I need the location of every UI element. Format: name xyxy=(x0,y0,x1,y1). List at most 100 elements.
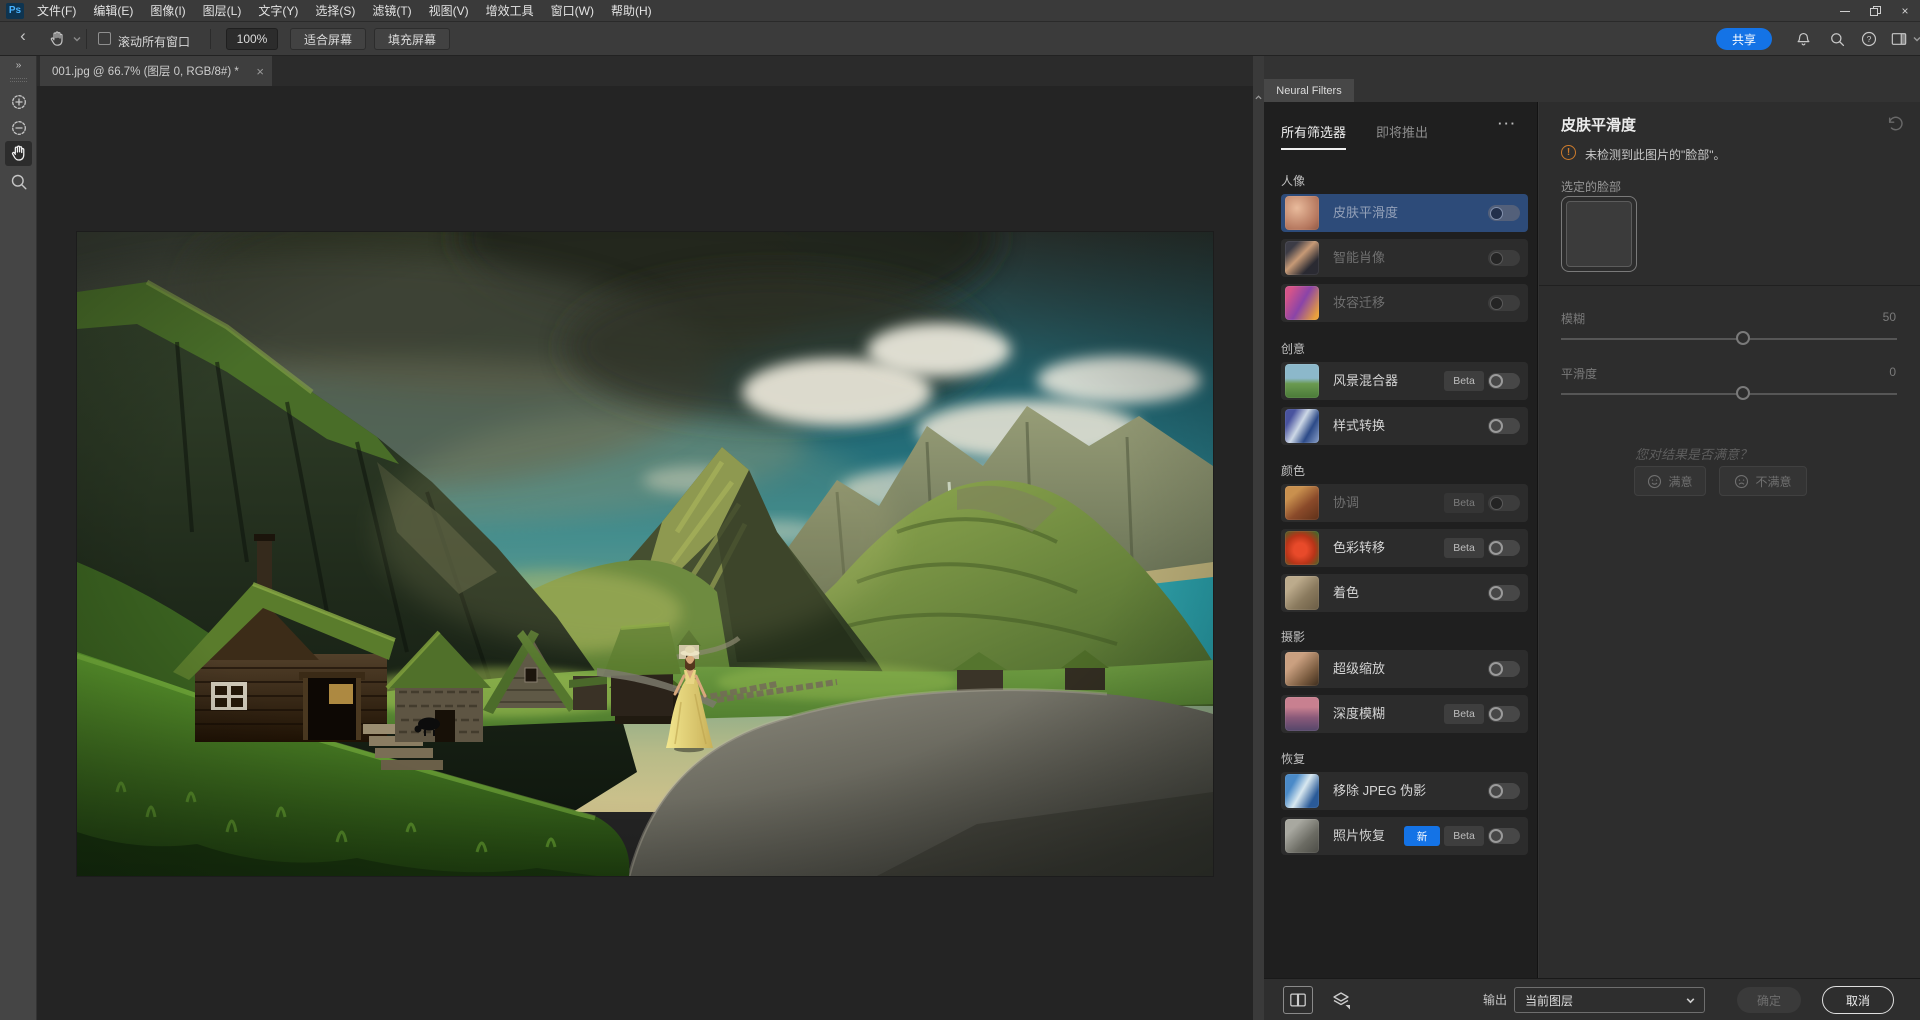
filter-item-smart-portrait[interactable]: 智能肖像 xyxy=(1281,239,1528,277)
filter-item-harmonization[interactable]: 协调 Beta xyxy=(1281,484,1528,522)
filter-toggle[interactable] xyxy=(1488,295,1520,311)
menu-view[interactable]: 视图(V) xyxy=(429,2,469,19)
zoom-out-tool-icon[interactable] xyxy=(5,115,32,140)
feedback-dislike-button[interactable]: 不满意 xyxy=(1719,466,1807,496)
hand-tool[interactable] xyxy=(5,141,32,166)
filter-item-depth-blur[interactable]: 深度模糊 Beta xyxy=(1281,695,1528,733)
tab-all-filters[interactable]: 所有筛选器 xyxy=(1281,122,1346,141)
filter-label: 着色 xyxy=(1333,574,1359,612)
filter-toggle[interactable] xyxy=(1488,828,1520,844)
panel-collapse-gutter[interactable] xyxy=(1253,56,1264,1020)
selected-face-thumbnail[interactable] xyxy=(1561,196,1637,272)
beta-badge: Beta xyxy=(1444,538,1484,558)
ok-button[interactable]: 确定 xyxy=(1737,987,1801,1013)
options-bar: ‹ 滚动所有窗口 100% 适合屏幕 填充屏幕 共享 xyxy=(0,22,1920,56)
filter-item-skin-smoothing[interactable]: 皮肤平滑度 xyxy=(1281,194,1528,232)
menu-select[interactable]: 选择(S) xyxy=(315,2,355,19)
filter-toggle[interactable] xyxy=(1488,205,1520,221)
photoshop-logo-icon: Ps xyxy=(6,3,24,19)
menu-window[interactable]: 窗口(W) xyxy=(551,2,594,19)
chevron-down-icon[interactable] xyxy=(1906,29,1920,49)
panel-tab-neural-filters[interactable]: Neural Filters xyxy=(1264,79,1354,102)
colorize-thumbnail xyxy=(1285,576,1319,610)
filter-toggle[interactable] xyxy=(1488,585,1520,601)
cancel-button[interactable]: 取消 xyxy=(1822,986,1894,1014)
close-icon[interactable]: × xyxy=(1890,0,1920,22)
back-arrow-icon[interactable]: ‹ xyxy=(12,26,34,46)
document-tab[interactable]: 001.jpg @ 66.7% (图层 0, RGB/8#) * × xyxy=(40,56,272,86)
toolbar-collapse-icon[interactable]: » xyxy=(0,60,37,71)
blur-slider[interactable] xyxy=(1561,338,1897,340)
tab-coming-soon[interactable]: 即将推出 xyxy=(1376,122,1428,141)
menu-layer[interactable]: 图层(L) xyxy=(203,2,242,19)
menu-filter[interactable]: 滤镜(T) xyxy=(372,2,411,19)
filter-label: 风景混合器 xyxy=(1333,362,1398,400)
split-preview-icon[interactable] xyxy=(1283,986,1313,1014)
output-dropdown[interactable]: 当前图层 xyxy=(1514,987,1705,1013)
menu-image[interactable]: 图像(I) xyxy=(150,2,185,19)
smart-portrait-thumbnail xyxy=(1285,241,1319,275)
zoom-in-tool-icon[interactable] xyxy=(5,89,32,114)
search-icon[interactable] xyxy=(1826,29,1848,49)
share-button[interactable]: 共享 xyxy=(1716,28,1772,50)
more-options-icon[interactable]: ··· xyxy=(1498,116,1517,131)
filter-toggle[interactable] xyxy=(1488,495,1520,511)
jpeg-artifacts-thumbnail xyxy=(1285,774,1319,808)
filter-label: 妆容迁移 xyxy=(1333,284,1385,322)
chevron-up-icon[interactable] xyxy=(1254,94,1263,101)
filter-item-color-transfer[interactable]: 色彩转移 Beta xyxy=(1281,529,1528,567)
filter-toggle[interactable] xyxy=(1488,418,1520,434)
tab-close-icon[interactable]: × xyxy=(256,64,264,79)
filter-toggle[interactable] xyxy=(1488,250,1520,266)
zoom-level-button[interactable]: 100% xyxy=(226,28,278,50)
filter-detail: 皮肤平滑度 ! 未检测到此图片的"脸部"。 选定的脸部 模糊 50 平滑度 0 xyxy=(1539,102,1920,978)
filter-toggle[interactable] xyxy=(1488,540,1520,556)
tool-strip: » xyxy=(0,56,37,1020)
beta-badge: Beta xyxy=(1444,371,1484,391)
feedback-like-button[interactable]: 满意 xyxy=(1634,466,1706,496)
help-icon[interactable]: ? xyxy=(1858,29,1880,49)
smoothness-slider-label: 平滑度 xyxy=(1561,365,1597,382)
filter-toggle[interactable] xyxy=(1488,783,1520,799)
scroll-all-windows-checkbox[interactable] xyxy=(98,32,111,45)
minimize-icon[interactable] xyxy=(1830,0,1860,22)
filter-item-colorize[interactable]: 着色 xyxy=(1281,574,1528,612)
filter-toggle[interactable] xyxy=(1488,706,1520,722)
filter-item-photo-restoration[interactable]: 照片恢复 新 Beta xyxy=(1281,817,1528,855)
filter-item-makeup-transfer[interactable]: 妆容迁移 xyxy=(1281,284,1528,322)
menu-file[interactable]: 文件(F) xyxy=(37,2,76,19)
menu-help[interactable]: 帮助(H) xyxy=(611,2,652,19)
feedback-like-label: 满意 xyxy=(1668,473,1692,490)
blur-slider-label: 模糊 xyxy=(1561,310,1585,327)
menu-edit[interactable]: 编辑(E) xyxy=(93,2,133,19)
filter-item-jpeg-artifacts-removal[interactable]: 移除 JPEG 伪影 xyxy=(1281,772,1528,810)
landscape-mixer-thumbnail xyxy=(1285,364,1319,398)
color-transfer-thumbnail xyxy=(1285,531,1319,565)
toolbar-grip[interactable] xyxy=(10,78,27,82)
blur-slider-knob[interactable] xyxy=(1736,331,1750,345)
smoothness-slider-knob[interactable] xyxy=(1736,386,1750,400)
reset-icon[interactable] xyxy=(1886,116,1904,132)
tool-preset-chevron-icon[interactable] xyxy=(72,35,82,43)
notifications-bell-icon[interactable] xyxy=(1792,29,1814,49)
smoothness-slider[interactable] xyxy=(1561,393,1897,395)
filter-toggle[interactable] xyxy=(1488,661,1520,677)
fit-screen-button[interactable]: 适合屏幕 xyxy=(290,28,366,50)
filter-toggle[interactable] xyxy=(1488,373,1520,389)
filter-label: 色彩转移 xyxy=(1333,529,1385,567)
zoom-tool-icon[interactable] xyxy=(5,169,32,194)
filter-item-landscape-mixer[interactable]: 风景混合器 Beta xyxy=(1281,362,1528,400)
fill-screen-button[interactable]: 填充屏幕 xyxy=(374,28,450,50)
section-creative: 创意 xyxy=(1281,340,1305,357)
hand-tool-icon[interactable] xyxy=(44,28,70,50)
filter-item-style-transfer[interactable]: 样式转换 xyxy=(1281,407,1528,445)
restore-icon[interactable] xyxy=(1860,0,1890,22)
canvas-area[interactable] xyxy=(37,86,1253,1020)
document-tab-bar: 001.jpg @ 66.7% (图层 0, RGB/8#) * × xyxy=(37,56,1253,86)
photoshop-window: Ps 文件(F) 编辑(E) 图像(I) 图层(L) 文字(Y) 选择(S) 滤… xyxy=(0,0,1920,1020)
layers-icon[interactable] xyxy=(1328,988,1354,1012)
menu-plugins[interactable]: 增效工具 xyxy=(486,2,534,19)
filter-item-super-zoom[interactable]: 超级缩放 xyxy=(1281,650,1528,688)
harmonization-thumbnail xyxy=(1285,486,1319,520)
menu-type[interactable]: 文字(Y) xyxy=(258,2,298,19)
